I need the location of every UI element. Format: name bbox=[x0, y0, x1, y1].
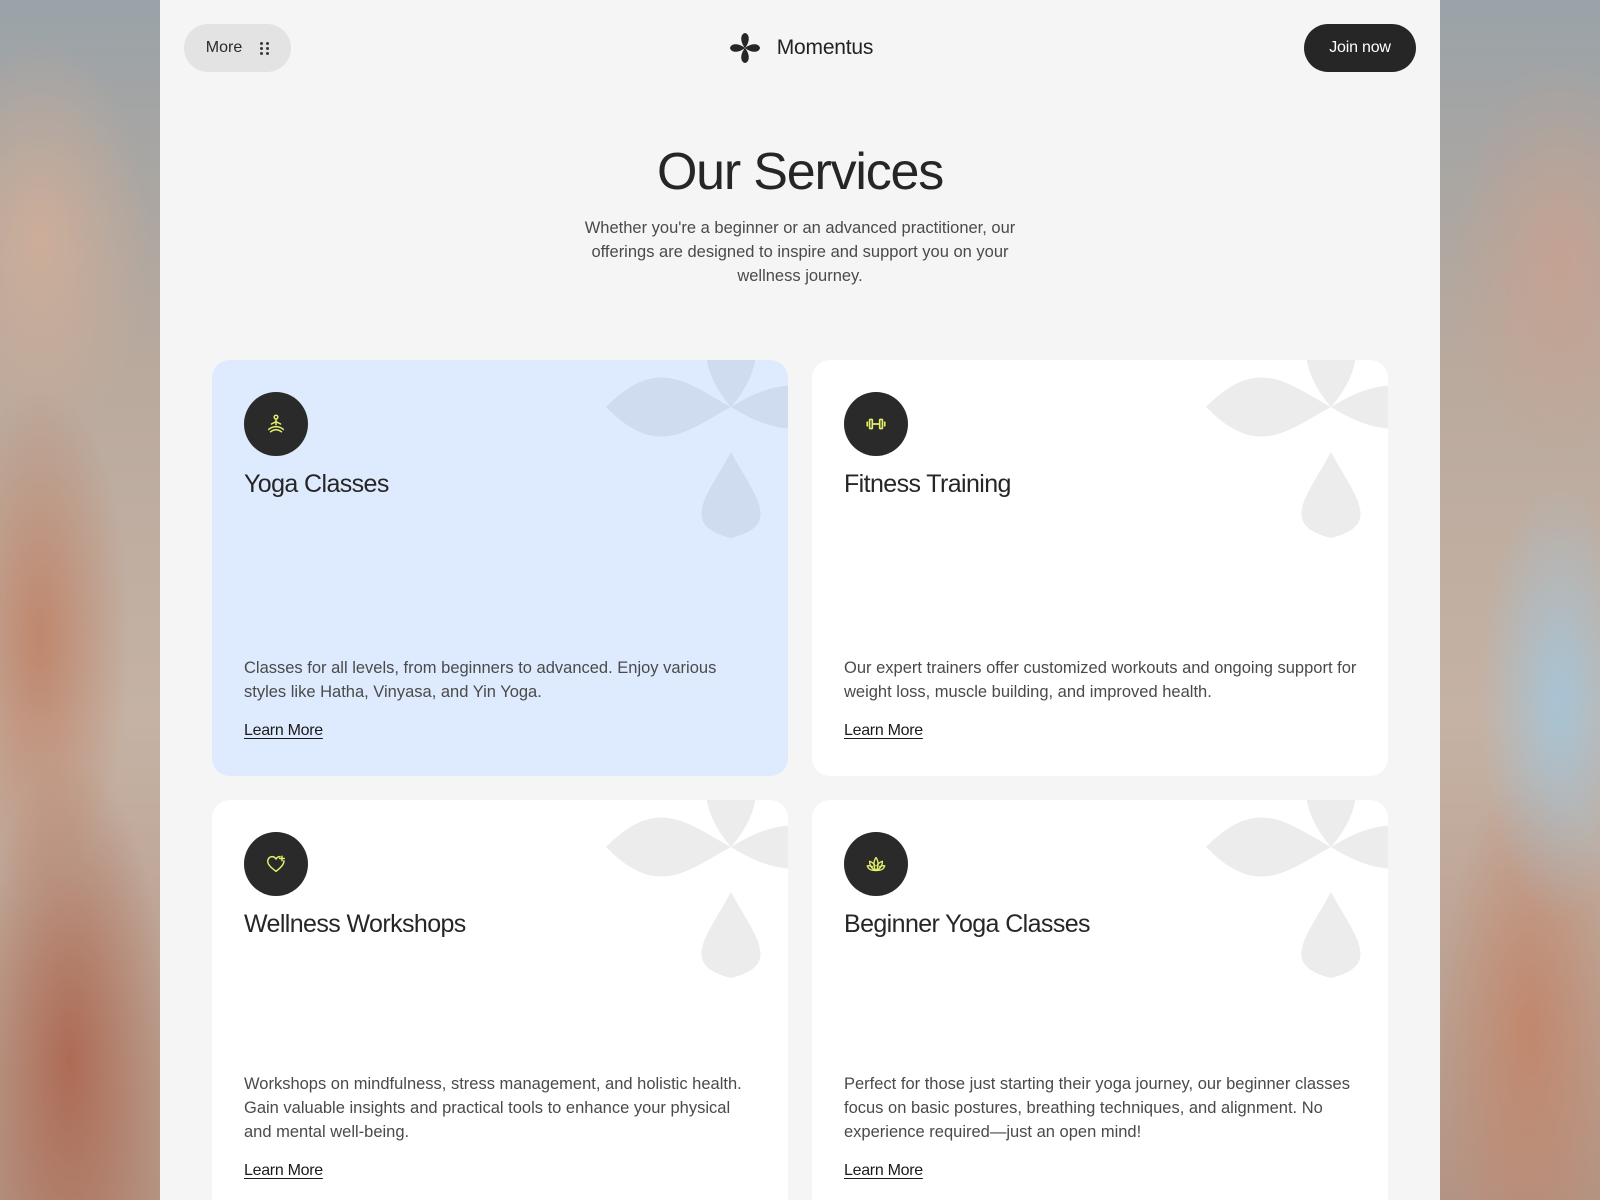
meditation-icon-badge bbox=[244, 392, 308, 456]
dumbbell-icon-badge bbox=[844, 392, 908, 456]
service-card-fitness-training: Fitness Training Our expert trainers off… bbox=[812, 360, 1388, 776]
page-subtitle: Whether you're a beginner or an advanced… bbox=[584, 219, 1016, 285]
flower-decoration-icon bbox=[606, 360, 788, 538]
flower-decoration-icon bbox=[1206, 800, 1388, 978]
service-title: Beginner Yoga Classes bbox=[844, 910, 1091, 938]
service-description: Our expert trainers offer customized wor… bbox=[844, 659, 1357, 701]
learn-more-link[interactable]: Learn More bbox=[844, 1162, 923, 1180]
page-title: Our Services bbox=[656, 143, 944, 201]
service-title: Yoga Classes bbox=[244, 470, 389, 498]
service-title: Fitness Training bbox=[844, 470, 1011, 498]
learn-more-link[interactable]: Learn More bbox=[844, 722, 923, 740]
flower-logo-icon bbox=[729, 33, 760, 63]
meditation-icon bbox=[267, 414, 285, 433]
service-description: Perfect for those just starting their yo… bbox=[844, 1075, 1350, 1141]
service-description: Workshops on mindfulness, stress managem… bbox=[244, 1075, 742, 1141]
page: More Momentus Join now Our Services Whet… bbox=[160, 0, 1440, 1200]
join-now-button[interactable]: Join now bbox=[1304, 24, 1416, 72]
learn-more-link[interactable]: Learn More bbox=[244, 1162, 323, 1180]
lotus-icon-badge bbox=[844, 832, 908, 896]
service-title: Wellness Workshops bbox=[244, 910, 466, 938]
service-card-wellness-workshops: Wellness Workshops Workshops on mindfuln… bbox=[212, 800, 788, 1200]
flower-decoration-icon bbox=[1206, 360, 1388, 538]
brand[interactable]: Momentus bbox=[160, 28, 1440, 68]
service-card-beginner-yoga-classes: Beginner Yoga Classes Perfect for those … bbox=[812, 800, 1388, 1200]
service-card-yoga-classes: Yoga Classes Classes for all levels, fro… bbox=[212, 360, 788, 776]
brand-name: Momentus bbox=[776, 36, 874, 59]
lotus-icon bbox=[866, 856, 886, 872]
flower-decoration-icon bbox=[606, 800, 788, 978]
dumbbell-icon bbox=[866, 418, 886, 430]
heart-plus-icon-badge bbox=[244, 832, 308, 896]
heart-plus-icon bbox=[267, 855, 285, 873]
service-description: Classes for all levels, from beginners t… bbox=[244, 659, 717, 701]
learn-more-link[interactable]: Learn More bbox=[244, 722, 323, 740]
